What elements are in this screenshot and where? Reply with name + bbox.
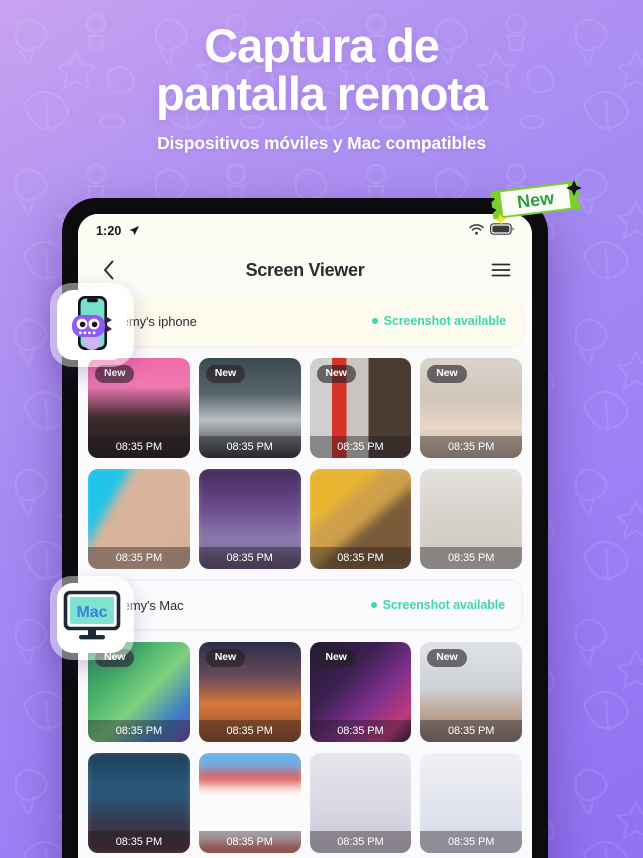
headline-block: Captura de pantalla remota Dispositivos … xyxy=(0,22,643,154)
tablet-device-frame: 1:20 Screen Viewer Jeremy's iphone Scree… xyxy=(62,198,548,858)
screenshot-thumbnail[interactable]: 08:35 PM xyxy=(309,469,412,569)
thumbnail-timestamp: 08:35 PM xyxy=(309,436,412,458)
screenshot-thumbnail[interactable]: 08:35 PM xyxy=(88,753,190,853)
thumbnail-timestamp: 08:35 PM xyxy=(198,436,301,458)
thumbnail-grid-row: New 08:35 PM New 08:35 PM New 08:35 PM New 08:3… xyxy=(88,358,522,458)
badge-inner: Mac xyxy=(57,583,127,653)
status-dot-icon xyxy=(370,602,377,608)
screenshot-thumbnail[interactable]: 08:35 PM xyxy=(309,753,412,853)
tablet-screen: 1:20 Screen Viewer Jeremy's iphone Scree… xyxy=(78,214,532,858)
mac-monitor-icon: Mac xyxy=(63,590,121,647)
thumbnail-timestamp: 08:35 PM xyxy=(420,720,522,742)
screenshot-thumbnail[interactable]: New 08:35 PM xyxy=(88,358,190,458)
status-dot-icon xyxy=(371,318,378,324)
back-button[interactable] xyxy=(96,257,122,283)
status-bar: 1:20 xyxy=(78,214,532,248)
thumbnail-timestamp: 08:35 PM xyxy=(420,831,522,853)
new-badge: New xyxy=(95,365,135,383)
page-subtitle: Dispositivos móviles y Mac compatibles xyxy=(157,132,486,153)
thumbnail-timestamp: 08:35 PM xyxy=(420,436,522,458)
page-title: Captura de pantalla remota xyxy=(0,22,643,118)
thumbnail-timestamp: 08:35 PM xyxy=(198,831,301,853)
title-line-1: Captura de xyxy=(204,19,440,72)
thumbnail-timestamp: 08:35 PM xyxy=(198,547,301,569)
thumbnail-timestamp: 08:35 PM xyxy=(88,436,190,458)
device-sections: Jeremy's iphone Screenshot available New 08… xyxy=(78,292,532,853)
status-text: Screenshot available xyxy=(382,598,505,612)
screenshot-thumbnail[interactable]: New 08:35 PM xyxy=(420,642,522,742)
new-badge: New xyxy=(205,649,246,667)
phone-monster-app-icon xyxy=(69,294,115,357)
thumbnail-grid-row: 08:35 PM 08:35 PM 08:35 PM 08:35 PM xyxy=(88,753,522,853)
screenshot-thumbnail[interactable]: 08:35 PM xyxy=(88,469,190,569)
floating-badge-iphone-app xyxy=(50,283,134,367)
screenshot-thumbnail[interactable]: 08:35 PM xyxy=(198,753,301,853)
thumbnail-timestamp: 08:35 PM xyxy=(88,720,190,742)
screenshot-thumbnail[interactable]: New 08:35 PM xyxy=(309,358,412,458)
new-badge: New xyxy=(427,649,467,667)
thumbnail-timestamp: 08:35 PM xyxy=(309,547,412,569)
screenshot-thumbnail[interactable]: 08:35 PM xyxy=(198,469,301,569)
new-badge: New xyxy=(316,649,356,667)
status-text: Screenshot available xyxy=(383,314,506,328)
device-row[interactable]: Jeremy's iphone Screenshot available xyxy=(88,296,522,346)
device-row[interactable]: Jeremy's Mac Screenshot available xyxy=(88,580,522,630)
badge-inner xyxy=(57,290,127,360)
screenshot-thumbnail[interactable]: 08:35 PM xyxy=(420,469,522,569)
screenshot-thumbnail[interactable]: New 08:35 PM xyxy=(420,358,522,458)
thumbnail-timestamp: 08:35 PM xyxy=(420,547,522,569)
hamburger-menu-icon[interactable] xyxy=(488,257,514,283)
thumbnail-grid-row: New 08:35 PM New 08:35 PM New 08:35 PM New 08:3… xyxy=(88,642,522,742)
status-badge: Screenshot available xyxy=(370,598,505,612)
thumbnail-timestamp: 08:35 PM xyxy=(88,547,190,569)
new-badge: New xyxy=(316,365,356,383)
screenshot-thumbnail[interactable]: New 08:35 PM xyxy=(198,358,301,458)
promo-stage: Captura de pantalla remota Dispositivos … xyxy=(0,0,643,858)
thumbnail-timestamp: 08:35 PM xyxy=(88,831,190,853)
status-badge: Screenshot available xyxy=(371,314,506,328)
new-badge: New xyxy=(205,365,246,383)
nav-title: Screen Viewer xyxy=(245,259,365,280)
thumbnail-timestamp: 08:35 PM xyxy=(309,831,412,853)
floating-badge-mac: Mac xyxy=(50,576,134,660)
screenshot-thumbnail[interactable]: New 08:35 PM xyxy=(309,642,412,742)
location-arrow-icon xyxy=(128,225,140,237)
screenshot-thumbnail[interactable]: 08:35 PM xyxy=(420,753,522,853)
new-sticker: New xyxy=(486,176,586,228)
status-time: 1:20 xyxy=(96,224,122,238)
thumbnail-timestamp: 08:35 PM xyxy=(309,720,412,742)
mac-badge-label: Mac xyxy=(76,604,107,621)
nav-bar: Screen Viewer xyxy=(78,248,532,292)
wifi-icon xyxy=(469,222,484,240)
screenshot-thumbnail[interactable]: New 08:35 PM xyxy=(198,642,301,742)
thumbnail-timestamp: 08:35 PM xyxy=(198,720,301,742)
new-badge: New xyxy=(427,365,467,383)
title-line-2: pantalla remota xyxy=(156,66,488,120)
thumbnail-grid-row: 08:35 PM 08:35 PM 08:35 PM 08:35 PM xyxy=(88,469,522,569)
